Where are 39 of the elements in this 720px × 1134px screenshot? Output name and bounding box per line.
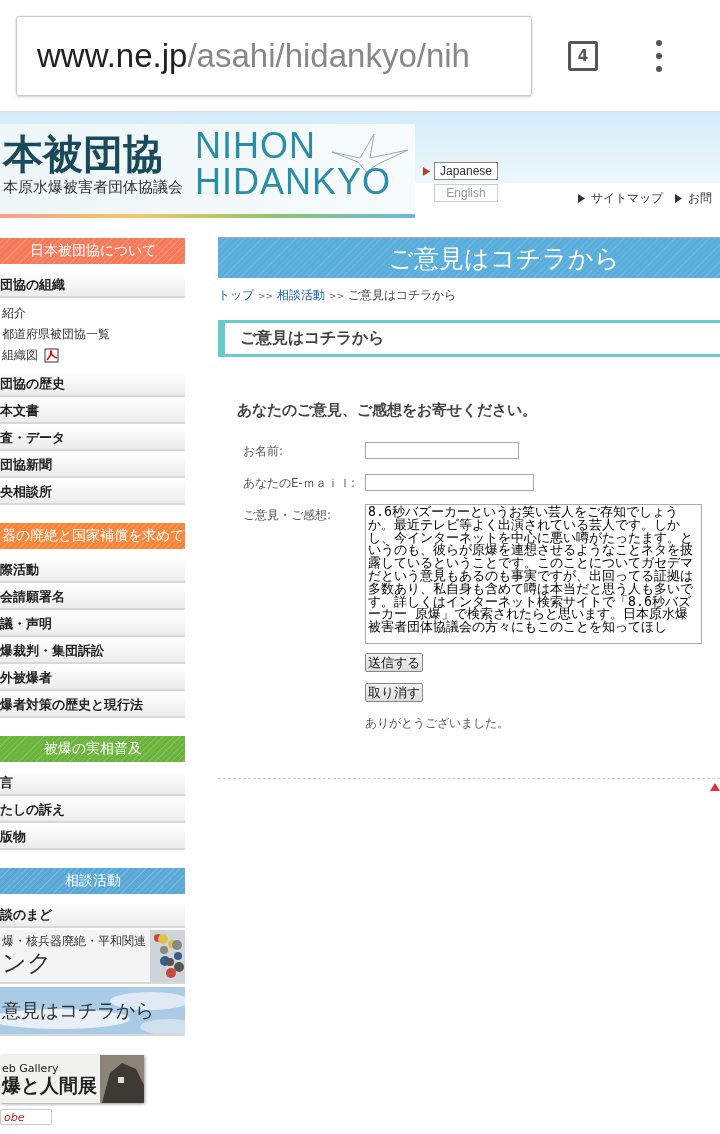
section-heading: ご意見はコチラから (218, 320, 720, 357)
header-link[interactable]: サイトマップ (591, 190, 663, 207)
nav-subitem[interactable]: 都道府県被団協一覧 (0, 324, 185, 345)
nav-subitem[interactable]: 紹介 (0, 303, 185, 324)
arrow-icon (423, 166, 430, 176)
input-field[interactable] (365, 474, 534, 491)
field-label: あなたのE-ｍａｉｌ: (243, 475, 356, 492)
input-field[interactable] (365, 442, 519, 459)
pdf-icon (44, 348, 59, 363)
more-icon[interactable] (656, 39, 662, 72)
field-label: ご意見・ご感想: (243, 507, 333, 524)
intro-text: あなたのご意見、ご感想をお寄せください。 (237, 401, 538, 420)
reset-button[interactable]: 取り消す (365, 683, 423, 702)
breadcrumb-separator: >> (258, 290, 274, 301)
tab-count[interactable]: 4 (568, 40, 598, 71)
breadcrumb-separator: >> (329, 290, 345, 301)
breadcrumb-link[interactable]: トップ (218, 287, 254, 304)
current-page-label: ご意見はコチラから (348, 287, 457, 304)
nav-subitem[interactable]: 組織図 (0, 345, 185, 366)
link-banner[interactable]: 爆・核兵器廃絶・平和関連 ンク (0, 930, 185, 984)
page-top-icon[interactable] (710, 783, 720, 791)
feedback-banner[interactable]: 意見はコチラから (0, 987, 185, 1036)
page-title-banner: ご意見はコチラから (218, 237, 720, 278)
language-link[interactable]: Japanese (434, 162, 498, 180)
header-link[interactable]: お問 (688, 190, 712, 207)
section-header: 器の廃絶と国家補償を求めて (0, 523, 185, 549)
submit-button[interactable]: 送信する (365, 653, 423, 672)
arrow-icon (675, 194, 682, 203)
breadcrumb-link[interactable]: 相談活動 (277, 287, 326, 304)
comment-field[interactable]: 8.6秒バズーカーというお笑い芸人をご存知でしょうか。最近テレビ等よく出演されている芸人です。しかし、今インターネットを中心に悪い噂がたったます。というのも、彼らが原爆を連想させるようなことネタを披露しているということです。このことについてガセデマだという意見もあるのも事実ですが、出回ってる証拠は多数あり、私自身も含めて噂は本当だと思う人も多いです。詳しくはインターネット検索サイトで「8.6秒バズーカー 原爆」で検索されたらと思います。日本原水爆被害者団体協議会の方々にもこのことを知ってほし (365, 504, 702, 644)
section-header: 被爆の実相普及 (0, 736, 185, 762)
field-label: お名前: (243, 443, 285, 460)
section-header: 日本被団協について (0, 238, 185, 264)
adobe-badge[interactable]: obe (0, 1109, 52, 1125)
address-bar[interactable]: www.ne.jp/asahi/hidankyo/nih (16, 15, 532, 96)
section-header: 相談活動 (0, 868, 185, 894)
arrow-icon (578, 194, 585, 203)
thanks-text: ありがとうございました。 (365, 715, 510, 732)
gallery-banner[interactable]: eb Gallery 爆と人間展 (0, 1055, 144, 1103)
